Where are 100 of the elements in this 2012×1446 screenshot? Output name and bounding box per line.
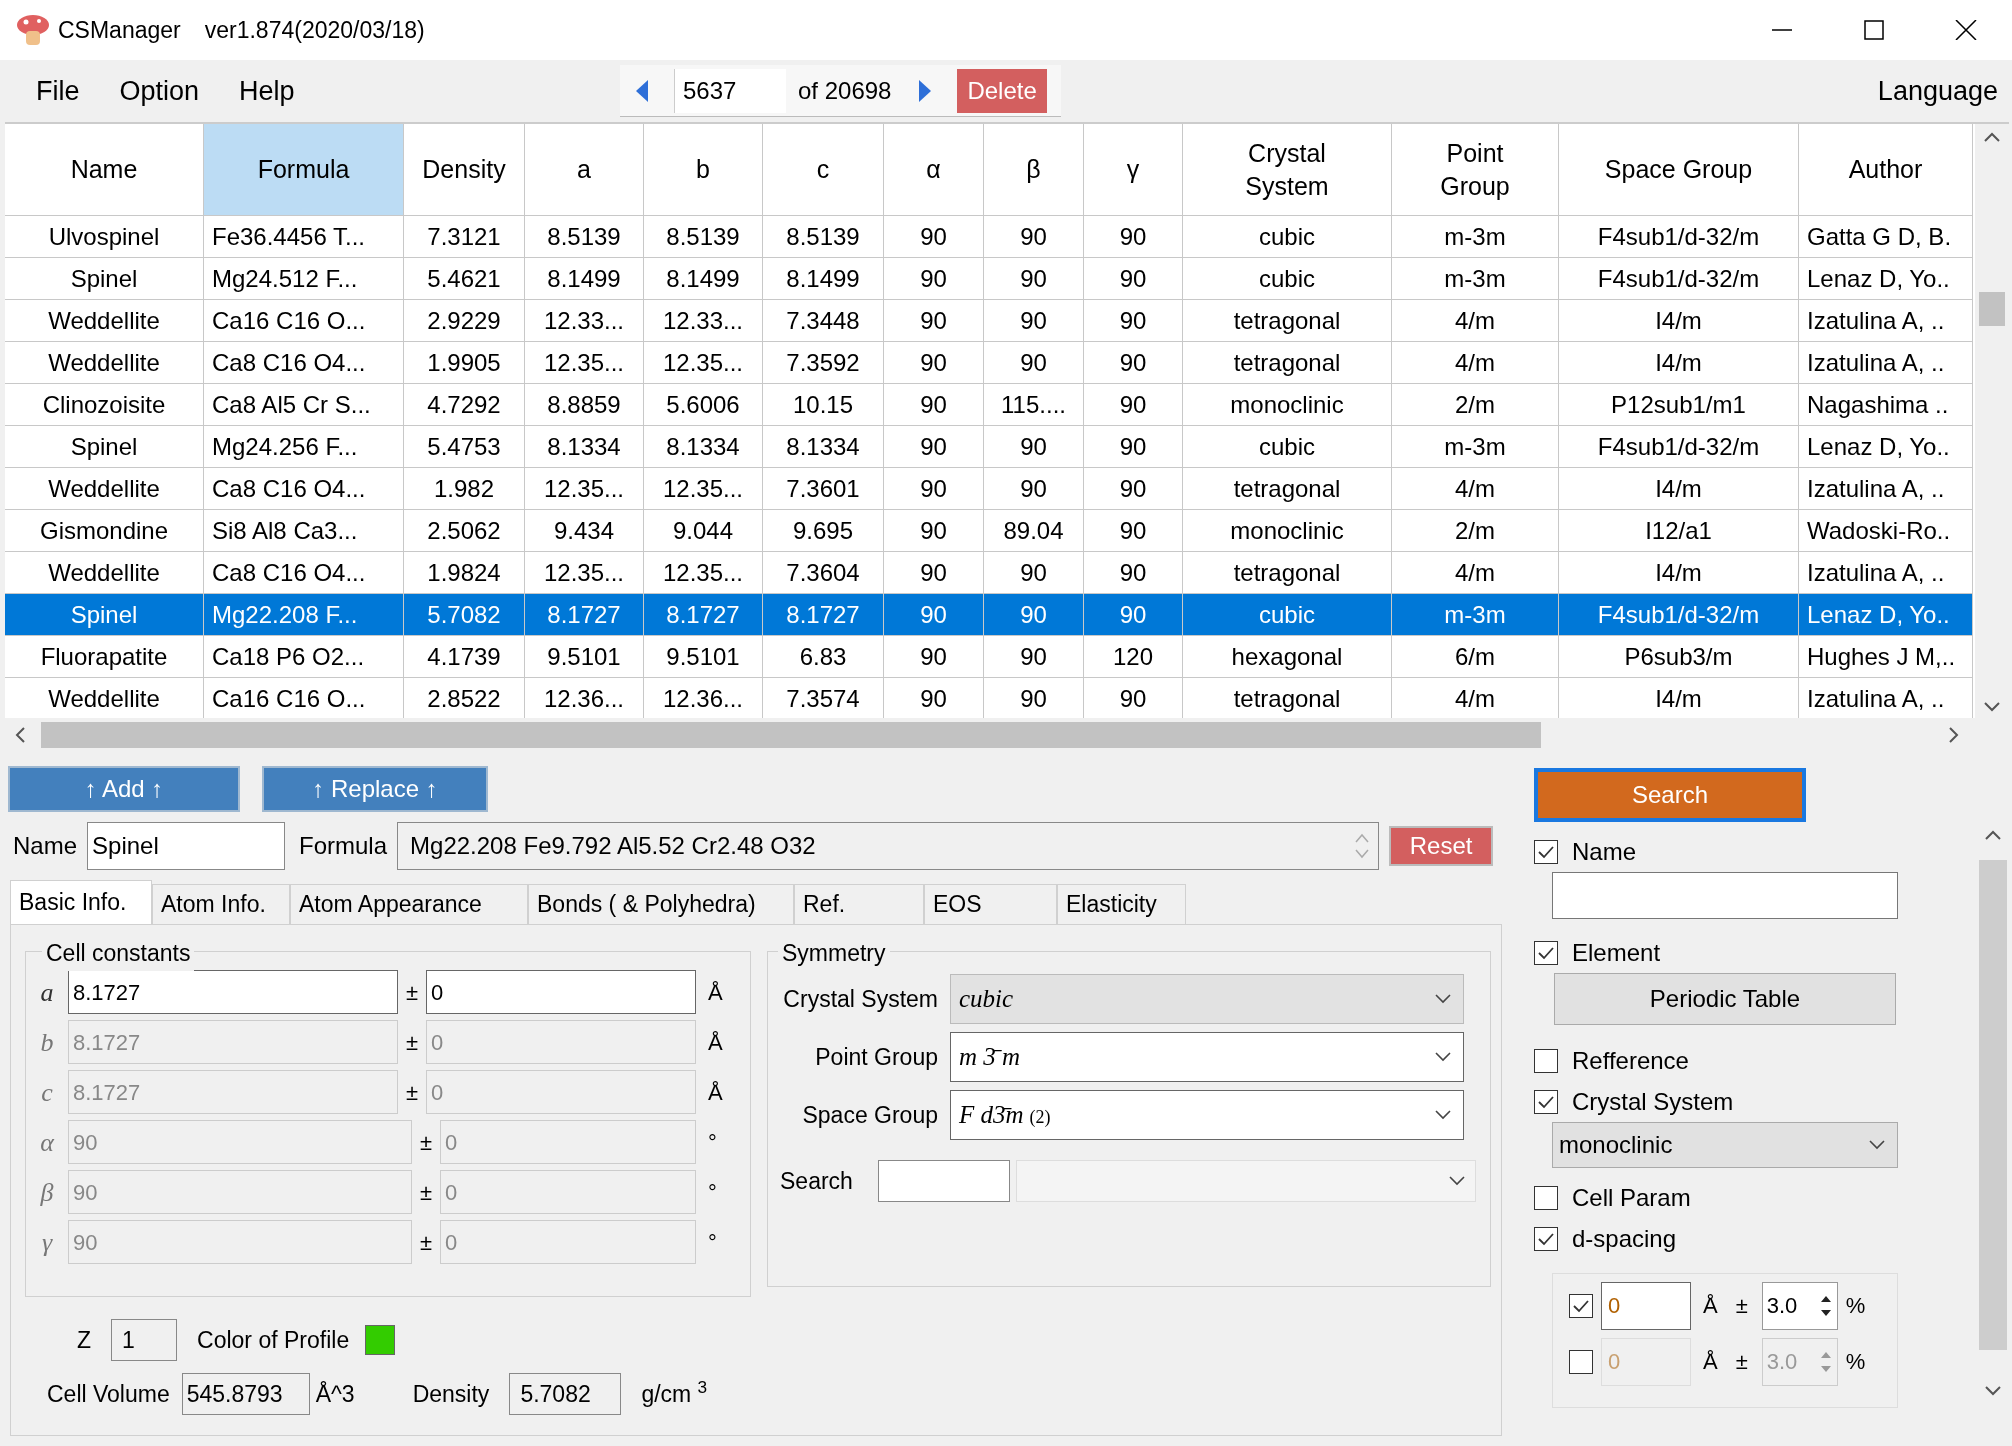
scroll-left-icon[interactable]: [15, 727, 25, 743]
tab[interactable]: Ref.: [794, 884, 924, 924]
field-label: Z: [77, 1325, 92, 1355]
formula-field[interactable]: Mg22.208 Fe9.792 Al5.52 Cr2.48 O32: [397, 822, 1380, 870]
action-button[interactable]: ↑ Replace ↑: [262, 766, 488, 812]
search-button[interactable]: Search: [1534, 768, 1806, 822]
dropdown[interactable]: monoclinic: [1552, 1121, 1898, 1169]
checkbox[interactable]: [1534, 1186, 1558, 1211]
field-label: Formula: [299, 831, 388, 861]
scroll-thumb[interactable]: [41, 722, 1541, 748]
column-header[interactable]: Density: [404, 124, 525, 216]
previous-arrow-icon[interactable]: [634, 78, 650, 103]
table-row[interactable]: Gismondine Si8 Al8 Ca3... 2.5062 9.434 9.044 9.695 90 89.04 90 monoclinic 2/m I12/a1 Wadoski-Ro..: [5, 510, 1973, 552]
table-row[interactable]: Weddellite Ca16 C16 O... 2.9229 12.33... 12.33... 7.3448 90 90 90 tetragonal 4/m I4/m Izatulina A, ..: [5, 300, 1973, 342]
column-header[interactable]: γ: [1084, 124, 1183, 216]
column-header[interactable]: α: [884, 124, 984, 216]
checkbox[interactable]: [1534, 1049, 1558, 1074]
scroll-right-icon[interactable]: [1949, 727, 1959, 743]
mushroom-icon: [16, 14, 50, 46]
chevron-down-icon[interactable]: [1435, 1110, 1451, 1120]
tab[interactable]: Elasticity: [1057, 884, 1186, 924]
check-icon: [1537, 1231, 1555, 1246]
column-header[interactable]: Formula: [204, 124, 404, 216]
scroll-up-icon[interactable]: [1984, 132, 2000, 142]
field-label: Color of Profile: [197, 1325, 350, 1355]
tab[interactable]: Atom Info.: [152, 884, 290, 924]
checkbox-label: Cell Param: [1572, 1183, 1691, 1214]
table-row[interactable]: Weddellite Ca8 C16 O4... 1.9905 12.35... 12.35... 7.3592 90 90 90 tetragonal 4/m I4/m Izatulina A, ..: [5, 342, 1973, 384]
menu-item[interactable]: Option: [117, 70, 202, 112]
dropdown[interactable]: m 3̄ m: [950, 1032, 1464, 1082]
column-header[interactable]: b: [644, 124, 763, 216]
maximize-icon[interactable]: [1862, 20, 1886, 40]
check-icon: [1572, 1298, 1590, 1313]
spin-field[interactable]: 3.0: [1761, 1281, 1838, 1330]
tab[interactable]: EOS: [924, 884, 1057, 924]
record-number-field[interactable]: 5637: [674, 68, 786, 113]
delete-button[interactable]: Delete: [957, 68, 1047, 113]
checkbox[interactable]: [1534, 940, 1558, 965]
input-field[interactable]: 8.1727: [68, 970, 398, 1014]
checkbox[interactable]: [1534, 1089, 1558, 1114]
tab[interactable]: Bonds ( & Polyhedra): [528, 884, 794, 924]
column-header[interactable]: Name: [5, 124, 204, 216]
column-header[interactable]: c: [763, 124, 884, 216]
field-label: Space Group: [801, 1100, 939, 1130]
table-row[interactable]: Fluorapatite Ca18 P6 O2... 4.1739 9.5101 9.5101 6.83 90 90 120 hexagonal 6/m P6sub3/m Hughes J M,..: [5, 636, 1973, 678]
column-header[interactable]: a: [525, 124, 644, 216]
action-button[interactable]: ↑ Add ↑: [8, 766, 240, 812]
check-icon: [1537, 845, 1555, 860]
volume-field[interactable]: 545.8793: [181, 1373, 310, 1415]
checkbox[interactable]: [1569, 1349, 1593, 1374]
tab[interactable]: Basic Info.: [10, 880, 152, 924]
scroll-down-icon[interactable]: [1984, 702, 2000, 712]
unit-label: Å: [1703, 1348, 1718, 1377]
density-field[interactable]: 5.7082: [509, 1373, 622, 1415]
unit-label: °: [708, 1128, 717, 1157]
scroll-down-icon[interactable]: [1985, 1386, 2001, 1396]
menu-item[interactable]: File: [34, 70, 82, 112]
scroll-up-icon[interactable]: [1985, 830, 2001, 840]
table-row[interactable]: Spinel Mg24.256 F... 5.4753 8.1334 8.1334 8.1334 90 90 90 cubic m-3m F4sub1/d-32/m Lenaz D, Yo..: [5, 426, 1973, 468]
unit-label: Å: [708, 1078, 723, 1107]
checkbox[interactable]: [1569, 1293, 1593, 1318]
checkbox-label: Refference: [1572, 1046, 1689, 1077]
checkbox[interactable]: [1534, 1226, 1558, 1251]
column-header[interactable]: Space Group: [1559, 124, 1799, 216]
table-row[interactable]: Weddellite Ca8 C16 O4... 1.982 12.35... 12.35... 7.3601 90 90 90 tetragonal 4/m I4/m Izatulina A, ..: [5, 468, 1973, 510]
plus-minus-sign: ±: [404, 1078, 420, 1107]
version-text: ver1.874(2020/03/18): [204, 15, 425, 45]
chevron-down-icon[interactable]: [1449, 1176, 1465, 1186]
record-count: of 20698: [798, 75, 892, 106]
column-header[interactable]: Author: [1799, 124, 1973, 216]
reset-button[interactable]: Reset: [1389, 826, 1494, 866]
checkbox[interactable]: [1534, 840, 1558, 865]
language-menu[interactable]: Language: [1877, 70, 1998, 112]
table-row[interactable]: Weddellite Ca8 C16 O4... 1.9824 12.35... 12.35... 7.3604 90 90 90 tetragonal 4/m I4/m Izatulina A, ..: [5, 552, 1973, 594]
chevron-down-icon[interactable]: [1435, 1052, 1451, 1062]
dropdown[interactable]: F d3̄m (2): [950, 1090, 1464, 1140]
periodic-table-button[interactable]: Periodic Table: [1554, 973, 1896, 1026]
close-icon[interactable]: [1954, 20, 1978, 40]
chevron-down-icon[interactable]: [1869, 1140, 1885, 1150]
z-field[interactable]: 1: [111, 1319, 178, 1361]
column-header[interactable]: β: [984, 124, 1084, 216]
table-row[interactable]: Ulvospinel Fe36.4456 T... 7.3121 8.5139 8.5139 8.5139 90 90 90 cubic m-3m F4sub1/d-32/m Gatta G D, B.: [5, 216, 1973, 258]
input-field[interactable]: 0: [1601, 1281, 1691, 1330]
color-swatch[interactable]: [365, 1325, 396, 1355]
table-row[interactable]: Spinel Mg22.208 F... 5.7082 8.1727 8.1727 8.1727 90 90 90 cubic m-3m F4sub1/d-32/m Lenaz D, Yo..: [5, 594, 1973, 636]
symbol-label: b: [39, 1026, 55, 1059]
column-header[interactable]: Point Group: [1392, 124, 1559, 216]
search-field[interactable]: [878, 1160, 1010, 1202]
column-header[interactable]: Crystal System: [1183, 124, 1392, 216]
scroll-thumb[interactable]: [1979, 292, 2005, 326]
name-search-field[interactable]: [1552, 872, 1898, 919]
scroll-thumb[interactable]: [1979, 860, 2007, 1350]
table-row[interactable]: Spinel Mg24.512 F... 5.4621 8.1499 8.1499 8.1499 90 90 90 cubic m-3m F4sub1/d-32/m Lenaz D, Yo..: [5, 258, 1973, 300]
name-field[interactable]: Spinel: [87, 822, 286, 870]
input-field[interactable]: 0: [426, 970, 696, 1014]
checkbox-label: d-spacing: [1572, 1223, 1677, 1254]
table-row[interactable]: Clinozoisite Ca8 Al5 Cr S... 4.7292 8.8859 5.6006 10.15 90 115.... 90 monoclinic 2/m P12sub1/m1 Nagashima ..: [5, 384, 1973, 426]
tab[interactable]: Atom Appearance: [290, 884, 528, 924]
unit-label: Å: [708, 978, 723, 1007]
menu-item[interactable]: Help: [237, 70, 297, 112]
